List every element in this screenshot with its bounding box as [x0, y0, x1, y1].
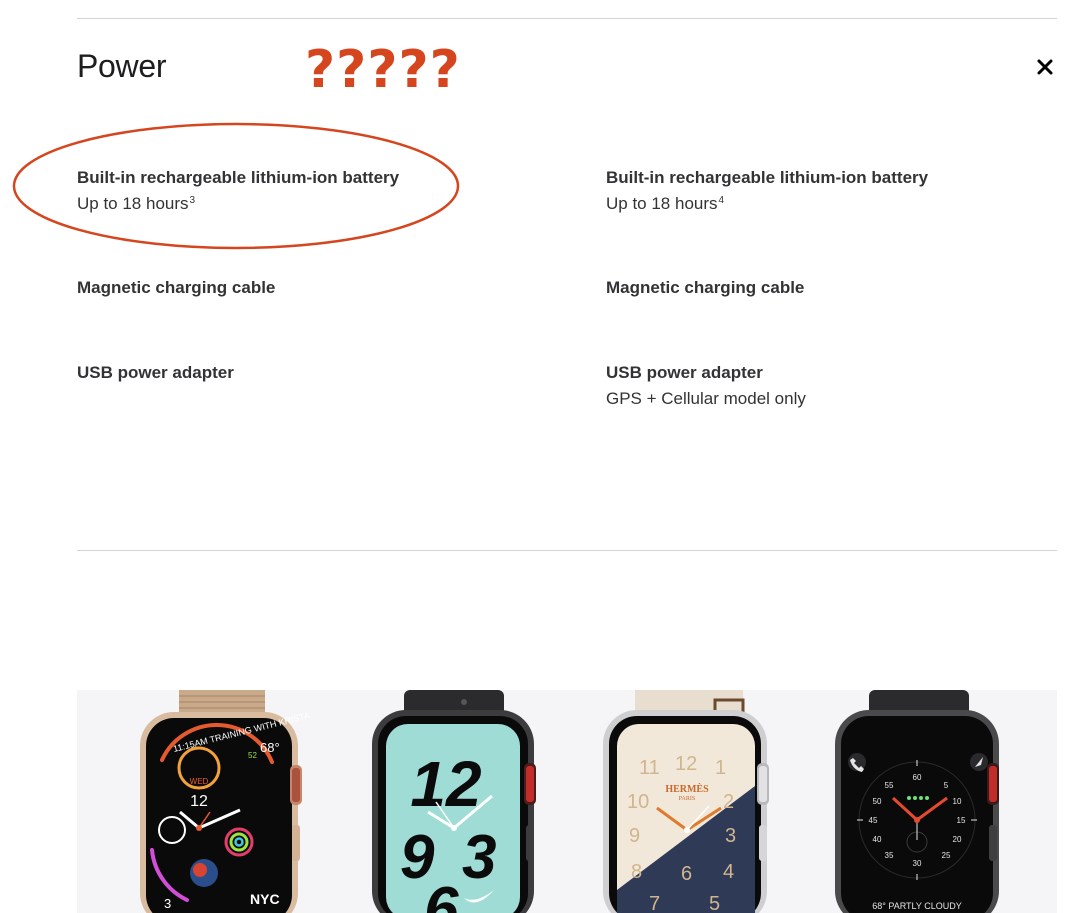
bottom-divider — [77, 550, 1057, 551]
face-ring-small: 52 — [248, 751, 257, 760]
tick-5: 5 — [944, 781, 949, 790]
spec-title: USB power adapter — [606, 363, 763, 382]
tick-60: 60 — [913, 773, 922, 782]
spec-title: Built-in rechargeable lithium-ion batter… — [606, 168, 929, 187]
footnote-ref[interactable]: 3 — [190, 195, 196, 206]
spec-power-adapter: USB power adapter GPS + Cellular model o… — [606, 363, 1066, 409]
face-4: 4 — [723, 861, 734, 883]
tick-25: 25 — [942, 851, 951, 860]
tick-30: 30 — [913, 859, 922, 868]
face-9: 9 — [629, 825, 640, 847]
spec-title: USB power adapter — [77, 363, 234, 382]
tick-55: 55 — [885, 781, 894, 790]
face-date: 12 — [190, 793, 208, 810]
face-weather: 68° PARTLY CLOUDY — [872, 901, 961, 911]
tick-10: 10 — [953, 797, 962, 806]
face-city: PARIS — [679, 796, 695, 802]
spec-battery: Built-in rechargeable lithium-ion batter… — [77, 168, 537, 214]
face-12: 12 — [675, 753, 697, 775]
gold-milanese-watch[interactable]: WED 12 11:15AM TRAINING WITH KRISTA 68° … — [132, 690, 312, 913]
spec-title: Magnetic charging cable — [606, 278, 805, 297]
section-title: Power — [77, 48, 167, 84]
close-icon[interactable] — [1034, 56, 1056, 78]
tick-45: 45 — [869, 816, 878, 825]
tick-35: 35 — [885, 851, 894, 860]
face-12: 12 — [410, 748, 481, 820]
face-bottom: 3 — [164, 896, 171, 911]
face-2: 2 — [723, 791, 734, 813]
face-7: 7 — [649, 893, 660, 913]
spec-battery: Built-in rechargeable lithium-ion batter… — [606, 168, 1066, 214]
annotation-question-marks: ????? — [305, 40, 461, 100]
face-temp: 68° — [260, 740, 280, 755]
footnote-ref[interactable]: 4 — [719, 195, 725, 206]
face-1: 1 — [715, 757, 726, 779]
face-6: 6 — [424, 875, 459, 913]
face-5: 5 — [709, 893, 720, 913]
top-divider — [77, 18, 1057, 19]
tick-20: 20 — [953, 835, 962, 844]
nike-sport-watch[interactable]: 12 9 6 3 — [364, 690, 544, 913]
face-3: 3 — [725, 825, 736, 847]
spec-power-adapter: USB power adapter — [77, 363, 537, 383]
spec-subtitle: GPS + Cellular model only — [606, 389, 806, 408]
tick-15: 15 — [957, 816, 966, 825]
face-8: 8 — [631, 861, 642, 883]
spec-title: Magnetic charging cable — [77, 278, 276, 297]
face-6: 6 — [681, 863, 692, 885]
spec-subtitle: Up to 18 hours4 — [606, 194, 725, 213]
face-10: 10 — [627, 791, 649, 813]
spec-title: Built-in rechargeable lithium-ion batter… — [77, 168, 400, 187]
face-day: WED — [190, 777, 209, 786]
hermes-watch[interactable]: HERMÈS PARIS 11 12 1 10 2 9 3 8 4 7 6 5 — [597, 690, 777, 913]
face-3: 3 — [462, 823, 496, 892]
face-brand: HERMÈS — [665, 783, 709, 795]
spec-charging-cable: Magnetic charging cable — [77, 278, 537, 298]
face-11: 11 — [639, 757, 660, 779]
tick-50: 50 — [873, 797, 882, 806]
spec-charging-cable: Magnetic charging cable — [606, 278, 1066, 298]
space-gray-sport-watch[interactable]: 60 55 5 50 10 45 15 40 20 35 25 30 68° P… — [829, 690, 1009, 913]
tick-40: 40 — [873, 835, 882, 844]
watch-lineup-image: WED 12 11:15AM TRAINING WITH KRISTA 68° … — [77, 690, 1057, 913]
spec-subtitle: Up to 18 hours3 — [77, 194, 196, 213]
face-city: NYC — [250, 891, 280, 907]
